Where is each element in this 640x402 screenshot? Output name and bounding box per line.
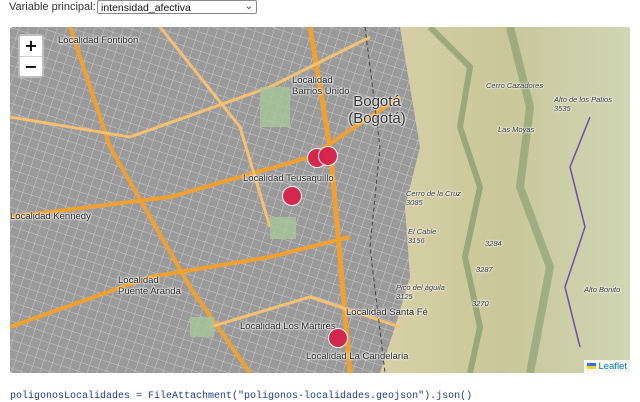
map-label-cerro-cruz: Cerro de la Cruz 3085 [406,189,462,207]
zoom-control: + − [18,34,44,78]
map-label-bogota: Bogotá (Bogotá) [348,93,406,127]
map-label-fontibon: Localidad Fontibón [58,35,139,46]
map-marker[interactable] [328,328,348,348]
map-label-candelaria: Localidad La Candelaria [306,351,409,362]
map-view[interactable]: + − Localidad Fontibón Localidad Barrios… [10,27,630,373]
zoom-in-button[interactable]: + [20,36,42,57]
map-attribution: Leaflet [584,360,630,373]
leaflet-link[interactable]: Leaflet [598,361,627,372]
map-label-kennedy: Localidad Kennedy [10,211,91,222]
map-label-pico-aguila: Pico del águila 3125 [396,283,445,301]
variable-select[interactable]: intensidad_afectiva ⌄ [97,0,257,14]
map-label-teusaquillo: Localidad Teusaquillo [243,173,334,184]
map-label-el-cable: El Cable 3156 [408,227,437,245]
map-label-elev-3287: 3287 [476,265,493,274]
map-label-martires: Localidad Los Mártires [240,321,336,332]
variable-control: Variable principal: intensidad_afectiva … [0,0,640,22]
map-label-santa-fe: Localidad Santa Fé [346,307,428,318]
map-marker[interactable] [318,146,338,166]
map-marker[interactable] [282,186,302,206]
map-label-las-moyas: Las Moyas [498,125,535,134]
variable-label: Variable principal: [9,1,96,13]
ukraine-flag-icon [587,363,597,370]
map-label-elev-3270: 3270 [472,299,489,308]
map-label-alto-bonito: Alto Bonito [584,285,621,294]
code-cell: poligonosLocalidades = FileAttachment("p… [10,391,473,402]
map-label-cerro-cazadores: Cerro Cazadores [486,81,544,90]
zoom-out-button[interactable]: − [20,57,42,77]
variable-select-value: intensidad_afectiva [101,2,191,14]
map-label-elev-3284: 3284 [485,239,502,248]
chevron-down-icon: ⌄ [244,1,253,12]
map-label-alto-patios: Alto de los Patios 3535 [554,95,612,113]
map-label-puente-aranda: Localidad Puente Aranda [118,275,181,297]
